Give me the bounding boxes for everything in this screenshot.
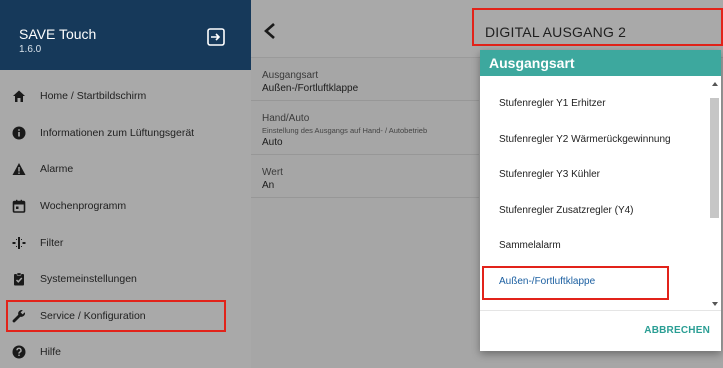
- scroll-down-icon[interactable]: [712, 302, 718, 306]
- app-header: SAVE Touch 1.6.0: [0, 0, 251, 70]
- dialog-scrollbar[interactable]: [709, 76, 721, 310]
- dialog-option[interactable]: Stufenregler Zusatzregler (Y4): [480, 193, 710, 229]
- dialog-option[interactable]: Sammelalarm: [480, 228, 710, 264]
- home-icon: [12, 89, 26, 103]
- sidebar-item-label: Systemeinstellungen: [40, 273, 137, 286]
- parameter-list: Ausgangsart Außen-/Fortluftklappe Hand/A…: [251, 58, 479, 198]
- sidebar-item-info[interactable]: Informationen zum Lüftungsgerät: [0, 115, 251, 152]
- filter-icon: [12, 236, 26, 250]
- scroll-thumb[interactable]: [710, 98, 719, 218]
- sidebar-item-label: Hilfe: [40, 346, 62, 359]
- sidebar-item-filter[interactable]: Filter: [0, 224, 251, 261]
- param-value: Außen-/Fortluftklappe: [262, 83, 359, 94]
- sidebar-item-label: Alarme: [40, 163, 74, 176]
- param-label: Ausgangsart: [262, 70, 319, 81]
- scroll-up-icon[interactable]: [712, 82, 718, 86]
- sidebar-item-label: Service / Konfiguration: [40, 309, 146, 322]
- sidebar-item-home[interactable]: Home / Startbildschirm: [0, 78, 251, 115]
- page-title: DIGITAL AUSGANG 2: [485, 24, 627, 40]
- back-arrow-icon[interactable]: [263, 22, 277, 40]
- dialog-divider: [480, 310, 721, 311]
- sidebar: SAVE Touch 1.6.0 Home / Startbildschirm …: [0, 0, 251, 368]
- sidebar-item-service-configuration[interactable]: Service / Konfiguration: [0, 298, 251, 335]
- dialog-option-list: Stufenregler Y1 Erhitzer Stufenregler Y2…: [480, 86, 710, 299]
- dialog-option[interactable]: Stufenregler Y1 Erhitzer: [480, 86, 710, 122]
- sidebar-item-label: Wochenprogramm: [40, 200, 127, 213]
- wrench-icon: [12, 309, 26, 323]
- sidebar-item-alarms[interactable]: Alarme: [0, 151, 251, 188]
- cancel-button[interactable]: ABBRECHEN: [644, 325, 710, 336]
- logout-icon[interactable]: [207, 28, 225, 46]
- sidebar-item-label: Home / Startbildschirm: [40, 90, 147, 103]
- dialog-option[interactable]: Stufenregler Y2 Wärmerückgewinnung: [480, 122, 710, 158]
- param-label: Wert: [262, 167, 283, 178]
- app-version: 1.6.0: [19, 44, 42, 55]
- info-icon: [12, 126, 26, 140]
- dialog-title: Ausgangsart: [480, 50, 721, 76]
- param-value: Auto: [262, 137, 283, 148]
- sidebar-item-weekly-program[interactable]: Wochenprogramm: [0, 188, 251, 225]
- param-subtitle: Einstellung des Ausgangs auf Hand- / Aut…: [262, 126, 428, 135]
- dialog-option-selected[interactable]: Außen-/Fortluftklappe: [480, 264, 710, 299]
- sidebar-nav: Home / Startbildschirm Informationen zum…: [0, 78, 251, 368]
- dialog-option[interactable]: Stufenregler Y3 Kühler: [480, 157, 710, 193]
- sidebar-item-system-settings[interactable]: Systemeinstellungen: [0, 261, 251, 298]
- sidebar-item-help[interactable]: Hilfe: [0, 334, 251, 368]
- param-value-row[interactable]: Wert An: [251, 155, 479, 198]
- param-output-type[interactable]: Ausgangsart Außen-/Fortluftklappe: [251, 58, 479, 101]
- param-hand-auto[interactable]: Hand/Auto Einstellung des Ausgangs auf H…: [251, 101, 479, 155]
- clipboard-check-icon: [12, 272, 26, 286]
- warning-icon: [12, 162, 26, 176]
- sidebar-item-label: Filter: [40, 236, 64, 249]
- calendar-icon: [12, 199, 26, 213]
- sidebar-item-label: Informationen zum Lüftungsgerät: [40, 126, 195, 139]
- help-icon: [12, 345, 26, 359]
- param-label: Hand/Auto: [262, 113, 310, 124]
- param-value: An: [262, 180, 275, 191]
- output-type-dialog: Ausgangsart Stufenregler Y1 Erhitzer Stu…: [480, 50, 721, 351]
- app-title: SAVE Touch: [19, 26, 97, 42]
